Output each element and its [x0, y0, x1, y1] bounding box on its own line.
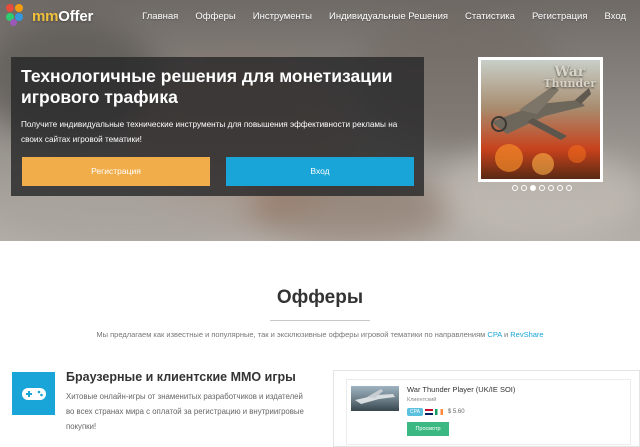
nav-individual-solutions[interactable]: Индивидуальные Решения: [329, 11, 448, 22]
logo-text: mmOffer: [32, 7, 94, 25]
section-divider: [270, 320, 370, 321]
category-title: Браузерные и клиентские ММО игры: [66, 370, 296, 384]
slider-dot[interactable]: [548, 185, 554, 191]
offers-section-subtitle: Мы предлагаем как известные и популярные…: [96, 330, 544, 339]
nav-statistics[interactable]: Статистика: [465, 11, 515, 22]
gamepad-icon: [12, 372, 55, 415]
slider-image[interactable]: War Thunder: [478, 57, 603, 182]
main-nav: Главная Офферы Инструменты Индивидуальны…: [125, 11, 626, 22]
hero-title: Технологичные решения для монетизации иг…: [21, 66, 393, 107]
register-button[interactable]: Регистрация: [22, 157, 210, 186]
slider-dot-active[interactable]: [530, 185, 536, 191]
view-offer-button[interactable]: Просмотр: [407, 422, 449, 436]
logo-mark: [4, 4, 30, 28]
cpa-link[interactable]: CPA: [487, 330, 501, 339]
offer-price: $ 5.60: [447, 409, 465, 415]
slider-dot[interactable]: [521, 185, 527, 191]
nav-home[interactable]: Главная: [142, 11, 178, 22]
uk-flag-icon: [424, 409, 433, 415]
hero-text: Получите индивидуальные технические инст…: [21, 120, 398, 144]
slider-dot[interactable]: [512, 185, 518, 191]
logo[interactable]: mmOffer: [4, 4, 93, 28]
nav-register[interactable]: Регистрация: [532, 11, 588, 22]
offer-meta: CPA $ 5.60: [407, 408, 465, 416]
slide-brand-logo: War Thunder: [543, 64, 596, 90]
slider-dot[interactable]: [539, 185, 545, 191]
offer-card: War Thunder Player (UK/IE SOI) Клиентски…: [333, 370, 640, 447]
slider-dot[interactable]: [557, 185, 563, 191]
ireland-flag-icon: [434, 409, 443, 415]
offers-section-title: Офферы: [276, 287, 364, 308]
revshare-link[interactable]: RevShare: [510, 330, 543, 339]
offer-name[interactable]: War Thunder Player (UK/IE SOI): [407, 385, 515, 394]
nav-tools[interactable]: Инструменты: [253, 11, 312, 22]
nav-login[interactable]: Вход: [605, 11, 627, 22]
offer-type: Клиентский: [407, 397, 437, 403]
slider-dots: [512, 185, 572, 191]
nav-offers[interactable]: Офферы: [195, 11, 235, 22]
offer-thumbnail: [351, 386, 399, 411]
offer-item: War Thunder Player (UK/IE SOI) Клиентски…: [346, 379, 631, 445]
cpa-badge: CPA: [407, 408, 423, 416]
hero-panel: Технологичные решения для монетизации иг…: [11, 57, 424, 196]
login-button[interactable]: Вход: [226, 157, 414, 186]
slider-dot[interactable]: [566, 185, 572, 191]
category-text: Хитовые онлайн-игры от знаменитых разраб…: [66, 392, 304, 431]
